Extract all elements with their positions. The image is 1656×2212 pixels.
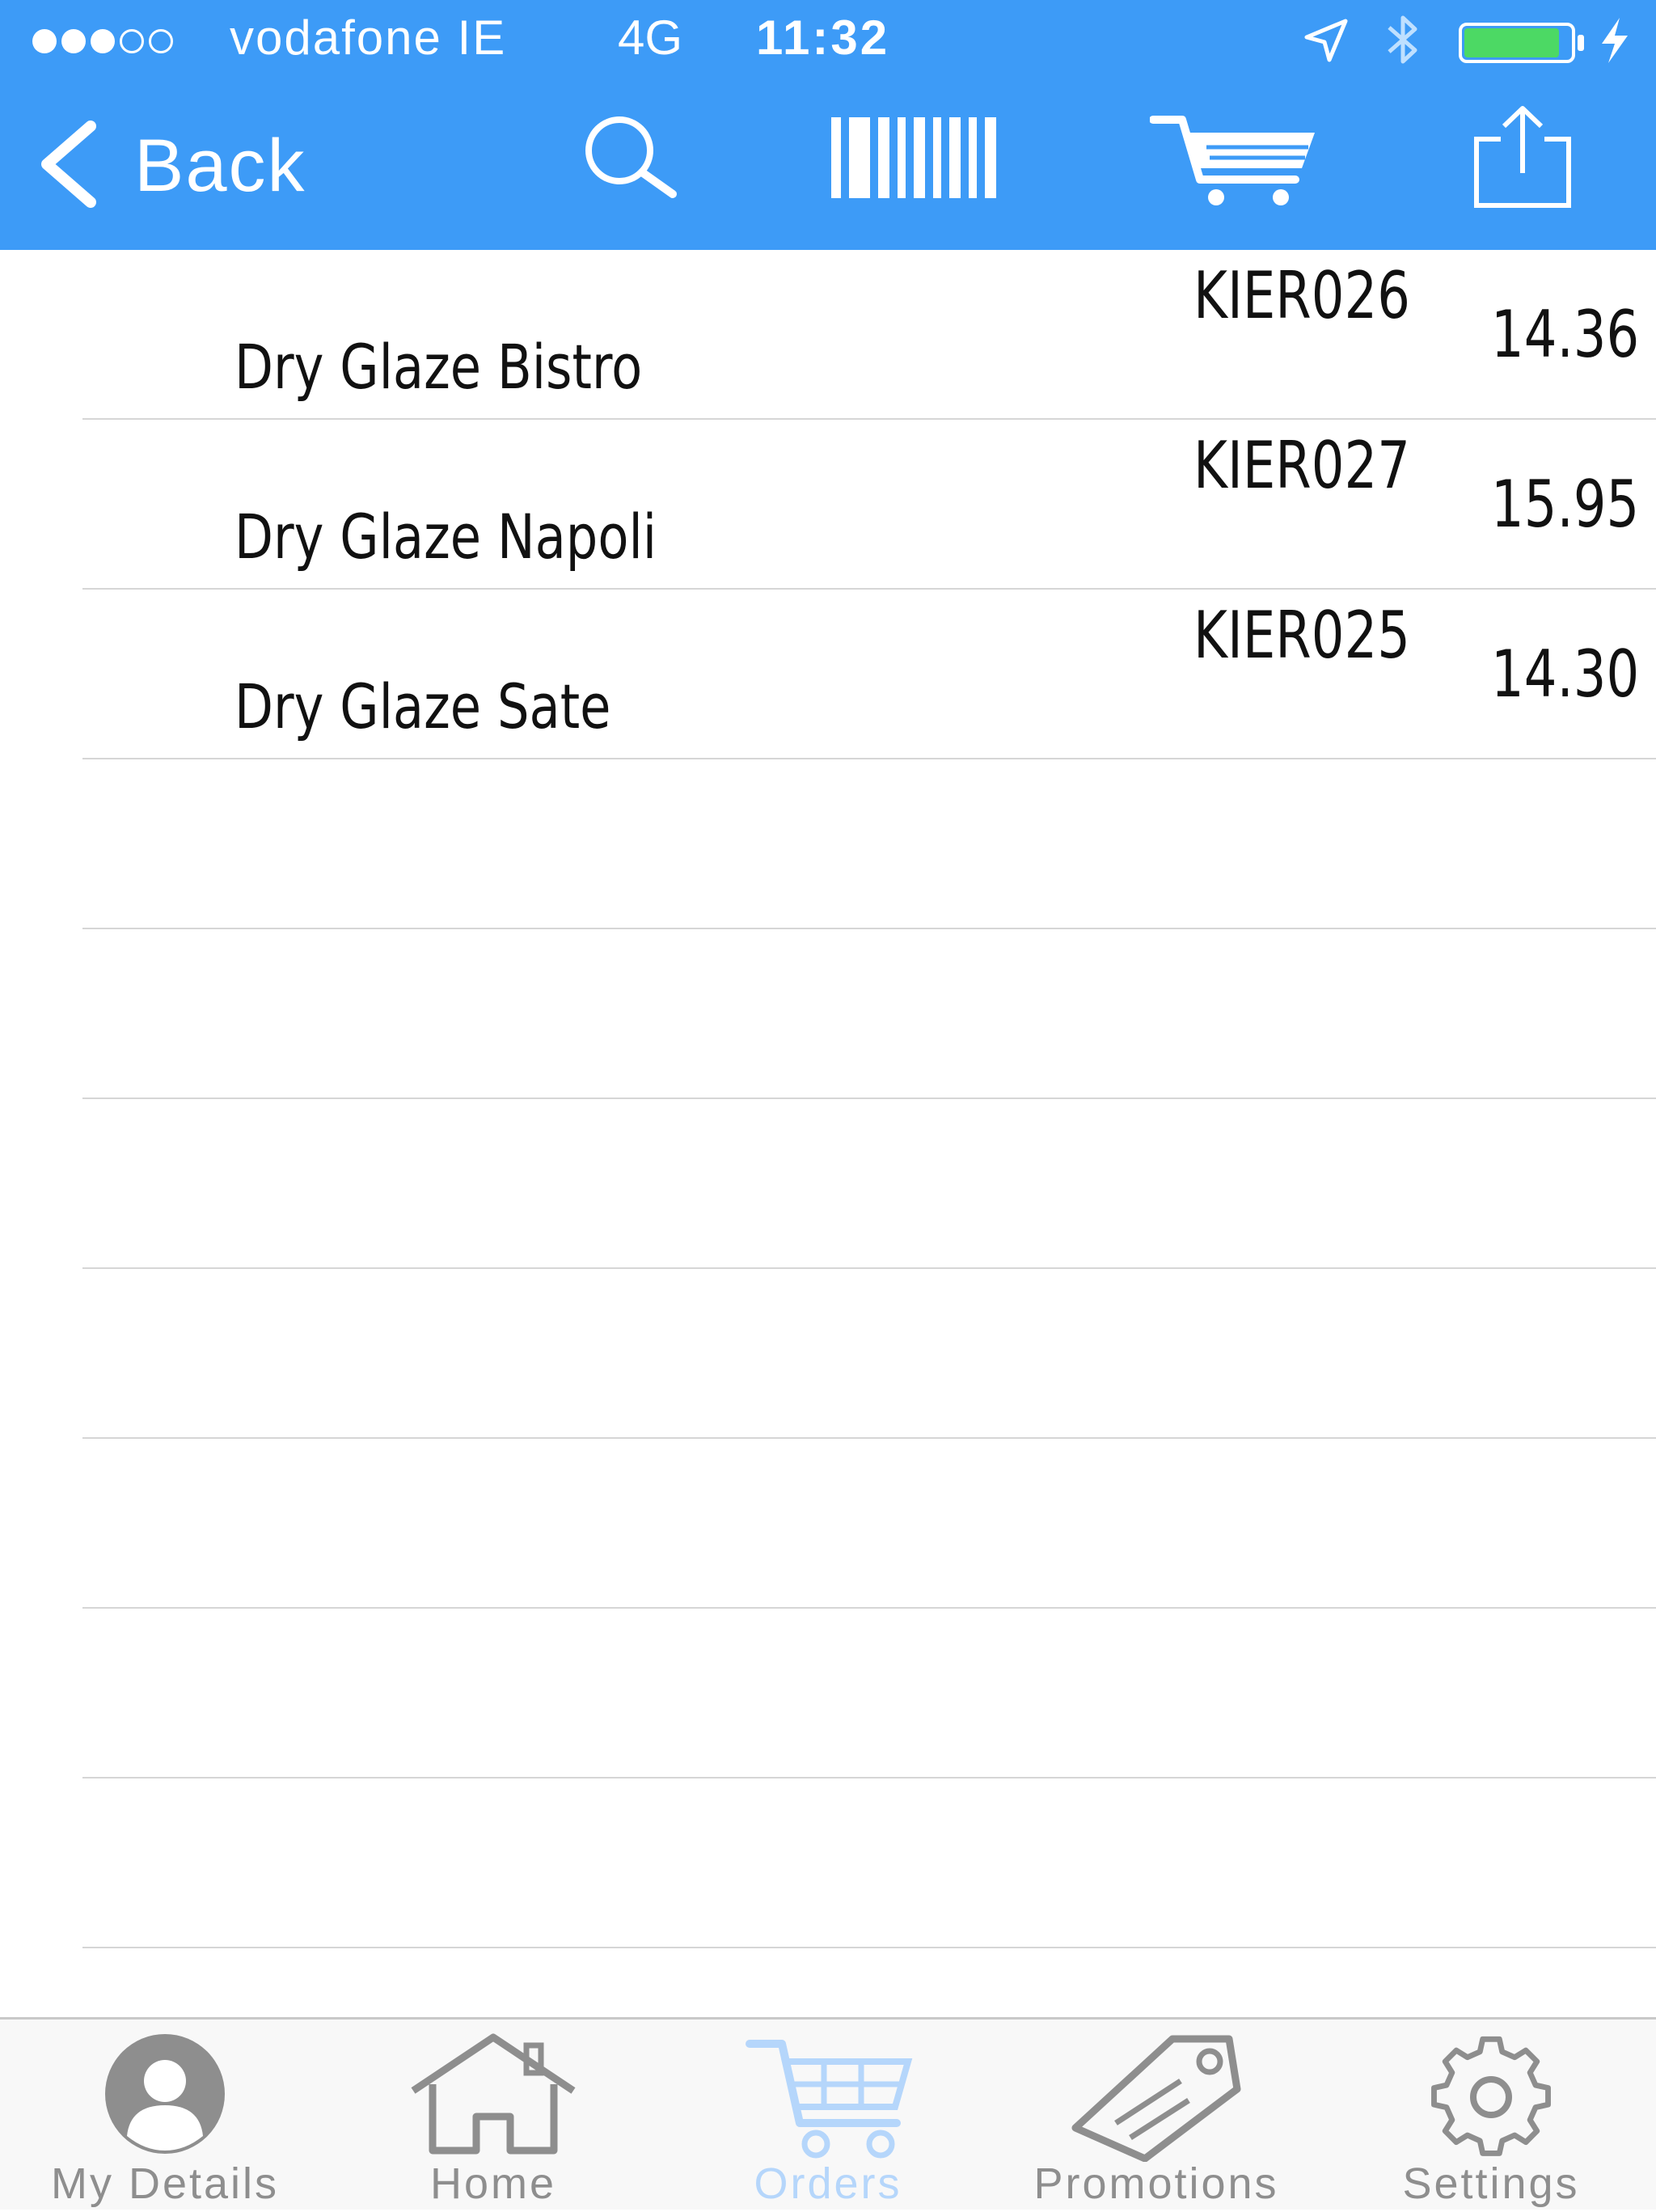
status-time: 11:32 bbox=[756, 11, 890, 65]
barcode-scan-button[interactable] bbox=[830, 117, 1001, 202]
product-name: Dry Glaze Bistro bbox=[234, 331, 643, 403]
location-arrow-icon bbox=[1302, 16, 1350, 76]
signal-dot bbox=[32, 29, 57, 53]
top-chrome: vodafone IE 4G 11:32 Back bbox=[0, 0, 1656, 250]
tab-label: Orders bbox=[754, 2159, 902, 2208]
signal-dot bbox=[91, 29, 115, 53]
back-label: Back bbox=[134, 124, 306, 207]
tab-bar: My Details Home Orders Promotions Settin… bbox=[0, 2017, 1656, 2210]
chevron-left-icon bbox=[32, 120, 105, 213]
product-code: KIER025 bbox=[1193, 598, 1410, 673]
tab-label: Settings bbox=[1402, 2159, 1580, 2208]
empty-list-row bbox=[82, 929, 1656, 1099]
product-list: Dry Glaze Bistro KIER026 14.36 Dry Glaze… bbox=[0, 250, 1656, 1948]
tab-settings[interactable]: Settings bbox=[1337, 2020, 1645, 2212]
bluetooth-icon bbox=[1383, 13, 1423, 78]
signal-dot bbox=[120, 29, 144, 53]
product-price: 15.95 bbox=[1491, 467, 1640, 542]
share-icon bbox=[1470, 106, 1575, 214]
product-row[interactable]: Dry Glaze Bistro KIER026 14.36 bbox=[82, 250, 1656, 420]
cart-button[interactable] bbox=[1149, 112, 1320, 213]
tab-promotions[interactable]: Promotions bbox=[1003, 2020, 1310, 2212]
status-bar: vodafone IE 4G 11:32 bbox=[0, 0, 1656, 81]
product-row[interactable]: Dry Glaze Sate KIER025 14.30 bbox=[82, 590, 1656, 759]
product-price: 14.36 bbox=[1491, 297, 1640, 372]
product-name: Dry Glaze Sate bbox=[234, 670, 611, 742]
cart-icon bbox=[1149, 116, 1320, 212]
network-type: 4G bbox=[618, 11, 683, 65]
cart-icon bbox=[743, 2032, 913, 2162]
product-code: KIER026 bbox=[1193, 258, 1410, 333]
battery-level-fill bbox=[1464, 28, 1559, 57]
house-icon bbox=[408, 2032, 578, 2162]
barcode-icon bbox=[830, 117, 1001, 201]
tag-icon bbox=[1067, 2032, 1245, 2162]
navigation-bar: Back bbox=[0, 81, 1656, 250]
empty-list-row bbox=[82, 1269, 1656, 1439]
empty-list-row bbox=[82, 1099, 1656, 1269]
signal-dot bbox=[149, 29, 173, 53]
back-button[interactable]: Back bbox=[32, 113, 306, 218]
tab-home[interactable]: Home bbox=[340, 2020, 647, 2212]
product-code: KIER027 bbox=[1193, 428, 1410, 503]
tab-label: Home bbox=[429, 2159, 557, 2208]
tab-orders[interactable]: Orders bbox=[674, 2020, 982, 2212]
signal-dot bbox=[61, 29, 86, 53]
empty-list-row bbox=[82, 1609, 1656, 1778]
share-button[interactable] bbox=[1470, 104, 1575, 214]
carrier-name: vodafone IE bbox=[230, 11, 507, 65]
tab-label: Promotions bbox=[1033, 2159, 1279, 2208]
search-button[interactable] bbox=[577, 113, 682, 206]
charging-bolt-icon bbox=[1597, 16, 1633, 76]
battery-icon bbox=[1458, 19, 1587, 75]
person-icon bbox=[80, 2032, 250, 2162]
empty-list-row bbox=[82, 1778, 1656, 1948]
product-row[interactable]: Dry Glaze Napoli KIER027 15.95 bbox=[82, 420, 1656, 590]
product-name: Dry Glaze Napoli bbox=[234, 501, 657, 573]
search-icon bbox=[577, 116, 682, 205]
gear-icon bbox=[1406, 2032, 1576, 2162]
product-price: 14.30 bbox=[1491, 637, 1640, 712]
empty-list-row bbox=[82, 1439, 1656, 1609]
empty-list-row bbox=[82, 759, 1656, 929]
tab-my-details[interactable]: My Details bbox=[11, 2020, 319, 2212]
tab-label: My Details bbox=[50, 2159, 280, 2208]
signal-strength-icon bbox=[32, 29, 173, 53]
